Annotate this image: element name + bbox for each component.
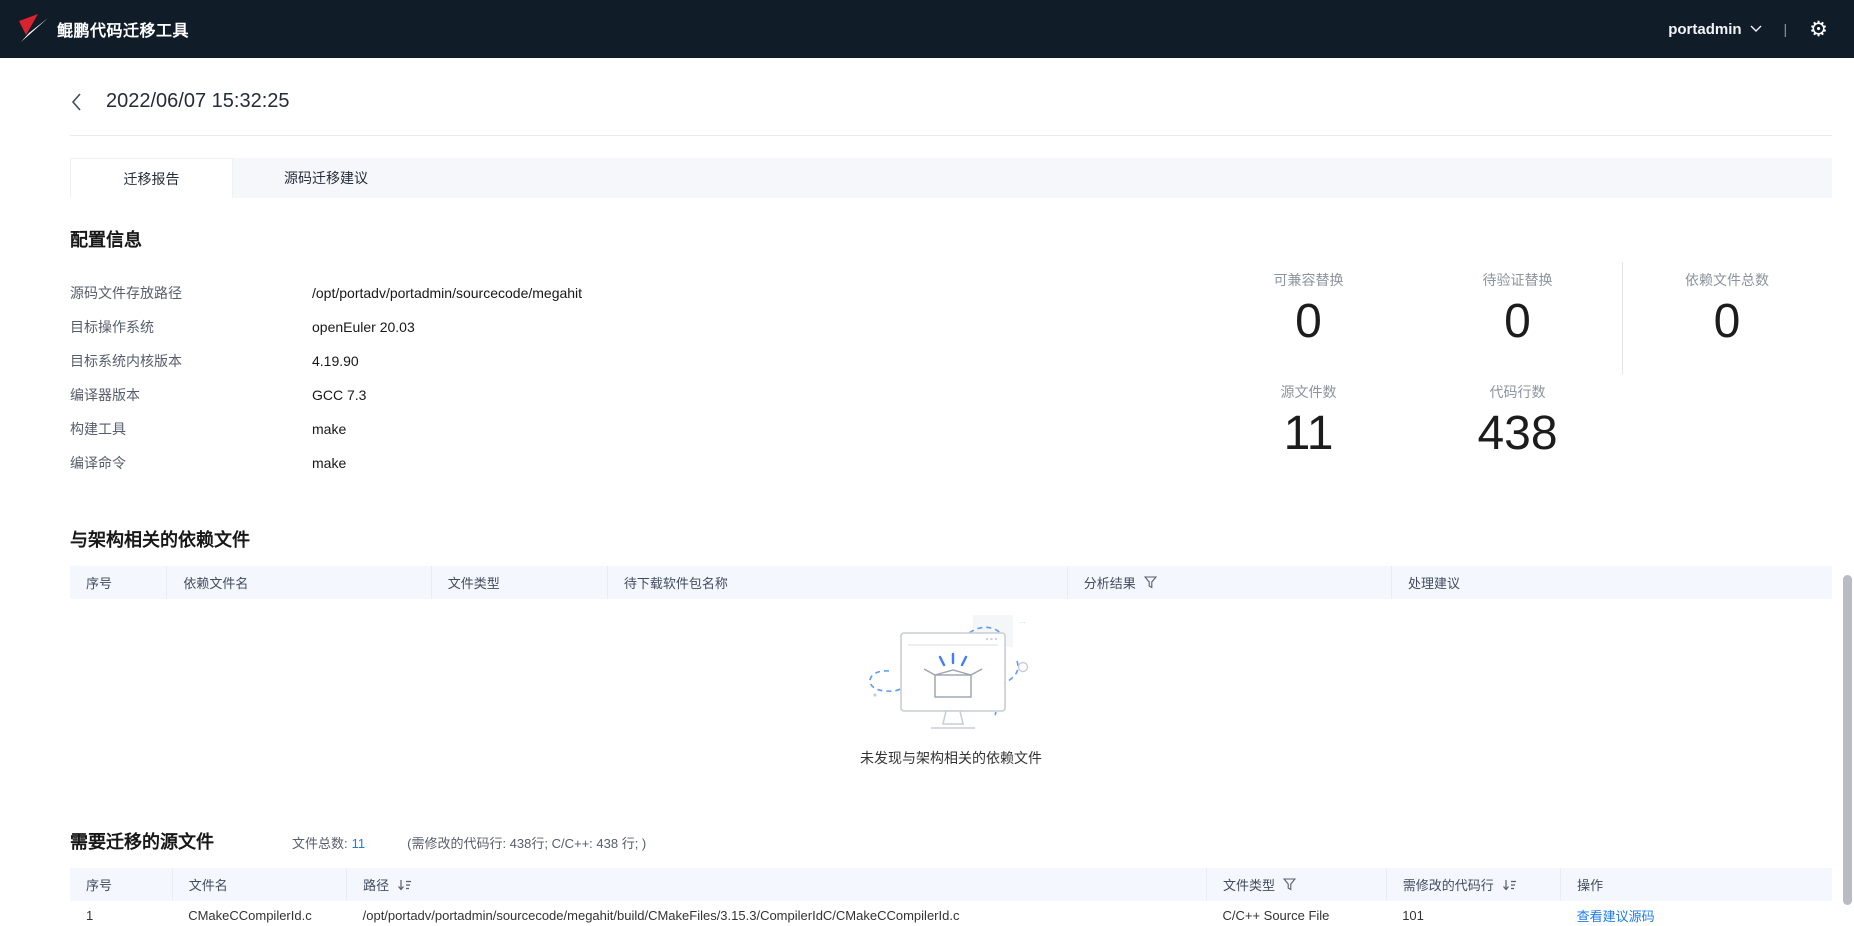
file-total-value: 11 xyxy=(351,836,366,851)
top-navbar: 鲲鹏代码迁移工具 portadmin | ⚙ xyxy=(0,0,1854,58)
col-file-name: 文件名 xyxy=(188,878,228,893)
config-label: 编译命令 xyxy=(70,455,126,471)
config-label: 目标系统内核版本 xyxy=(70,353,182,369)
cell-index: 1 xyxy=(70,901,173,926)
col-file-type: 文件类型 xyxy=(447,576,500,591)
config-label: 目标操作系统 xyxy=(70,319,154,335)
app-title: 鲲鹏代码迁移工具 xyxy=(57,23,190,40)
col-analysis-result: 分析结果 xyxy=(1083,576,1136,591)
navbar-separator: | xyxy=(1783,21,1788,37)
col-path: 路径 xyxy=(363,878,390,893)
config-value: make xyxy=(312,421,347,437)
stat-label: 依赖文件总数 xyxy=(1685,272,1769,288)
config-label: 构建工具 xyxy=(70,421,126,437)
dependency-empty-text: 未发现与架构相关的依赖文件 xyxy=(860,750,1042,766)
stat-label: 源文件数 xyxy=(1280,384,1337,400)
config-value: make xyxy=(312,455,347,471)
col-index: 序号 xyxy=(86,878,113,893)
filter-icon[interactable] xyxy=(1282,878,1296,891)
stat-label: 可兼容替换 xyxy=(1273,272,1344,288)
config-section-title: 配置信息 xyxy=(70,230,142,250)
tab-source-suggestion[interactable]: 源码迁移建议 xyxy=(233,158,419,198)
chevron-left-icon xyxy=(71,92,81,111)
stats-row-2: 源文件数 11 代码行数 438 xyxy=(1204,374,1832,486)
col-file-type: 文件类型 xyxy=(1222,878,1275,893)
app-logo-icon xyxy=(19,14,48,42)
config-label: 源码文件存放路径 xyxy=(70,285,182,301)
header-divider xyxy=(70,135,1832,136)
stat-source-files: 源文件数 11 xyxy=(1204,374,1413,486)
sort-icon[interactable] xyxy=(1502,879,1517,891)
user-name: portadmin xyxy=(1668,20,1742,38)
config-value: /opt/portadv/portadmin/sourcecode/megahi… xyxy=(312,285,583,301)
cell-modified-lines: 101 xyxy=(1386,901,1561,926)
tab-migration-report[interactable]: 迁移报告 xyxy=(70,158,233,198)
col-modified-lines: 需修改的代码行 xyxy=(1402,878,1494,893)
back-button[interactable] xyxy=(70,91,92,113)
config-value: GCC 7.3 xyxy=(312,387,367,403)
empty-illustration: ... xyxy=(869,615,1029,729)
table-row: 1 CMakeCCompilerId.c /opt/portadv/portad… xyxy=(70,901,1832,926)
config-value: 4.19.90 xyxy=(312,353,359,369)
config-section: 配置信息 源码文件存放路径 /opt/portadv/portadmin/sou… xyxy=(70,226,1832,480)
view-suggested-source-link[interactable]: 查看建议源码 xyxy=(1577,909,1655,924)
gear-icon[interactable]: ⚙ xyxy=(1809,19,1828,40)
col-package-name: 待下载软件包名称 xyxy=(623,576,728,591)
user-menu[interactable]: portadmin xyxy=(1668,20,1762,38)
stat-value: 0 xyxy=(1504,295,1531,348)
modified-lines-detail: (需修改的代码行: 438行; C/C++: 438 行; ) xyxy=(407,836,647,851)
dependency-table-header: 序号 依赖文件名 文件类型 待下载软件包名称 分析结果 处理建议 xyxy=(70,566,1832,599)
sort-icon[interactable] xyxy=(397,879,412,891)
config-label: 编译器版本 xyxy=(70,387,140,403)
report-timestamp: 2022/06/07 15:32:25 xyxy=(106,90,290,112)
cell-path: /opt/portadv/portadmin/sourcecode/megahi… xyxy=(346,901,1207,926)
config-value: openEuler 20.03 xyxy=(312,319,415,335)
summary-stats: 可兼容替换 0 待验证替换 0 依赖文件总数 0 源文件数 11 代码行数 43… xyxy=(1204,262,1832,486)
stat-value: 438 xyxy=(1477,407,1558,460)
vertical-scrollbar[interactable] xyxy=(1843,575,1852,905)
stat-value: 0 xyxy=(1713,295,1741,348)
source-section-title: 需要迁移的源文件 xyxy=(70,832,214,852)
col-index: 序号 xyxy=(86,576,113,591)
dependency-section-title: 与架构相关的依赖文件 xyxy=(70,530,250,550)
stat-label: 待验证替换 xyxy=(1482,272,1553,288)
file-total-label: 文件总数: xyxy=(292,836,348,851)
stat-label: 代码行数 xyxy=(1489,384,1546,400)
dependency-empty-state: ... 未发现与架构相关的依赖文件 xyxy=(70,599,1832,794)
report-header: 2022/06/07 15:32:25 xyxy=(0,58,1854,113)
stat-value: 0 xyxy=(1295,295,1322,348)
cell-file-name: CMakeCCompilerId.c xyxy=(172,901,347,926)
stat-value: 11 xyxy=(1283,407,1334,460)
stats-row-1: 可兼容替换 0 待验证替换 0 依赖文件总数 0 xyxy=(1204,262,1832,374)
dependency-table: 序号 依赖文件名 文件类型 待下载软件包名称 分析结果 处理建议 xyxy=(70,566,1832,599)
source-table-header: 序号 文件名 路径 文件类型 需修改的代码行 操作 xyxy=(70,868,1832,901)
source-files-table: 序号 文件名 路径 文件类型 需修改的代码行 操作 1 CMakeCCompil… xyxy=(70,868,1832,926)
stat-to-verify-replace: 待验证替换 0 xyxy=(1413,262,1622,374)
chevron-down-icon xyxy=(1750,25,1762,32)
cell-file-type: C/C++ Source File xyxy=(1206,901,1387,926)
stat-dependency-total: 依赖文件总数 0 xyxy=(1622,262,1831,374)
stat-compatible-replace: 可兼容替换 0 xyxy=(1204,262,1413,374)
filter-icon[interactable] xyxy=(1143,576,1157,589)
file-total: 文件总数: 11 xyxy=(292,833,365,852)
svg-text:...: ... xyxy=(1019,616,1026,625)
col-action: 操作 xyxy=(1577,878,1604,893)
report-tabbar: 迁移报告 源码迁移建议 xyxy=(70,158,1832,198)
stat-code-lines: 代码行数 438 xyxy=(1413,374,1622,486)
source-section-header: 需要迁移的源文件 文件总数: 11 (需修改的代码行: 438行; C/C++: … xyxy=(70,828,1832,854)
col-dependency-name: 依赖文件名 xyxy=(183,576,249,591)
col-suggestion: 处理建议 xyxy=(1407,576,1460,591)
